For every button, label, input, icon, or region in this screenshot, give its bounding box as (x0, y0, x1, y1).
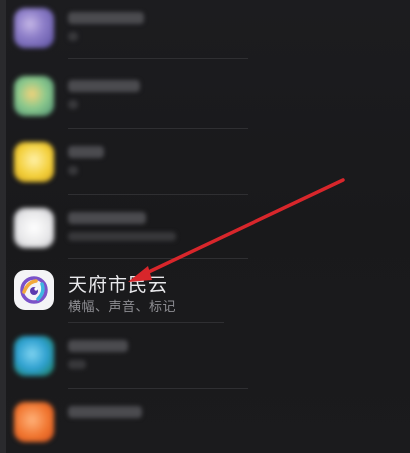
list-item-tianfu-citizen-cloud[interactable]: 天府市民云 横幅、声音、标记 (0, 262, 410, 326)
app-sub-blurred (68, 166, 78, 175)
orange-app-icon (14, 402, 54, 442)
app-name-blurred (68, 80, 140, 92)
list-item[interactable] (0, 0, 410, 64)
app-name: 天府市民云 (68, 274, 169, 296)
app-name-blurred (68, 406, 142, 418)
notification-types: 横幅、声音、标记 (68, 300, 177, 315)
list-item[interactable] (0, 200, 410, 264)
app-sub-blurred (68, 232, 176, 241)
divider (68, 194, 248, 195)
teal-app-icon (14, 336, 54, 376)
divider (68, 322, 224, 323)
app-sub-blurred (68, 360, 86, 369)
app-notification-settings-list: 天府市民云 横幅、声音、标记 (0, 0, 410, 453)
green-app-icon (14, 76, 54, 116)
divider (68, 58, 248, 59)
tianfu-logo-icon (20, 276, 48, 304)
app-name-blurred (68, 146, 104, 158)
app-sub-blurred (68, 32, 78, 41)
list-item[interactable] (0, 328, 410, 392)
list-item[interactable] (0, 134, 410, 198)
divider (68, 128, 248, 129)
yellow-app-icon (14, 142, 54, 182)
divider (68, 388, 248, 389)
divider (68, 258, 248, 259)
tianfu-citizen-cloud-app-icon (14, 270, 54, 310)
app-name-blurred (68, 212, 146, 224)
white-app-icon (14, 208, 54, 248)
app-name-blurred (68, 340, 128, 352)
purple-app-icon (14, 8, 54, 48)
app-name-blurred (68, 12, 144, 24)
list-item[interactable] (0, 394, 410, 453)
app-sub-blurred (68, 100, 78, 109)
list-item[interactable] (0, 68, 410, 132)
